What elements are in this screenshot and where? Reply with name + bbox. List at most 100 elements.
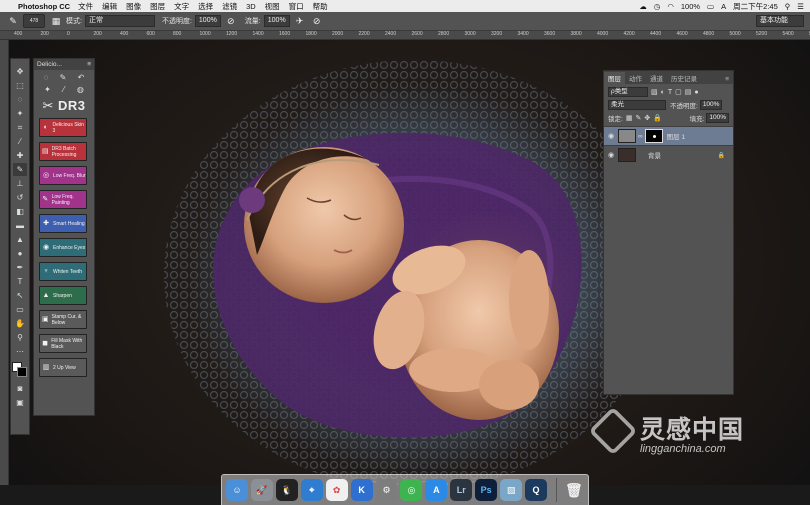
layer-opacity-input[interactable]: 100%	[699, 100, 723, 110]
safari-icon[interactable]: ⌖	[300, 479, 323, 501]
brush-preset-picker[interactable]: 478	[23, 14, 45, 28]
workspace-select[interactable]: 基本功能	[756, 15, 804, 27]
trash-icon[interactable]: 🗑	[563, 479, 585, 501]
wechat-icon[interactable]: ◎	[400, 479, 423, 501]
link-icon[interactable]: ∞	[638, 133, 643, 140]
move-tool-icon[interactable]: ✥	[13, 65, 27, 78]
brush-tool-icon[interactable]: ✎	[6, 14, 20, 28]
batch-processing-button[interactable]: ▤ DR3 Batch Processing	[39, 142, 87, 161]
menu-image[interactable]: 图像	[126, 1, 141, 12]
lock-position-icon[interactable]: ✥	[644, 114, 650, 122]
menu-layer[interactable]: 图层	[150, 1, 165, 12]
blend-mode-select[interactable]: 柔光	[608, 100, 666, 110]
shape-tool-icon[interactable]: ▭	[13, 303, 27, 316]
crop-tool-icon[interactable]: ⌗	[13, 121, 27, 134]
quick-mask-icon[interactable]: ◙	[13, 382, 27, 395]
path-select-tool-icon[interactable]: ↖	[13, 289, 27, 302]
panel-header[interactable]: Delicio... ≡	[34, 59, 94, 70]
low-freq-painting-button[interactable]: ✎ Low Freq. Painting	[39, 190, 87, 209]
battery-percent[interactable]: 100%	[681, 2, 700, 11]
two-up-view-button[interactable]: ▥ 2 Up View	[39, 358, 87, 377]
tab-actions[interactable]: 动作	[625, 72, 646, 84]
layer-row-layer1[interactable]: ◉ ∞ 图层 1	[604, 126, 733, 145]
brush-icon[interactable]: ✎	[60, 73, 67, 82]
lasso-icon[interactable]: ◌	[44, 73, 49, 82]
panel-menu-icon[interactable]: ≡	[87, 59, 91, 70]
filter-adjust-icon[interactable]: ◐	[661, 89, 665, 96]
filter-shape-icon[interactable]: ▢	[675, 88, 682, 96]
smart-healing-button[interactable]: ✚ Smart Healing	[39, 214, 87, 233]
undo-icon[interactable]: ↶	[78, 73, 85, 82]
tab-history[interactable]: 历史记录	[667, 72, 701, 84]
whiten-teeth-button[interactable]: ♆ Whiten Teeth	[39, 262, 87, 281]
visibility-eye-icon[interactable]: ◉	[604, 132, 618, 140]
pressure-size-icon[interactable]: ⊘	[310, 14, 324, 28]
low-freq-blur-button[interactable]: ◎ Low Freq. Blur	[39, 166, 87, 185]
dropper-icon[interactable]: ⁄	[63, 85, 64, 94]
photos-icon[interactable]: ✿	[325, 479, 348, 501]
layer-thumbnail[interactable]	[618, 148, 636, 162]
healing-tool-icon[interactable]: ✚	[13, 149, 27, 162]
input-method-icon[interactable]: A	[721, 2, 726, 11]
tab-channels[interactable]: 通道	[646, 72, 667, 84]
layer-mask-thumbnail[interactable]	[644, 129, 663, 143]
zoom-tool-icon[interactable]: ⚲	[13, 331, 27, 344]
lock-all-icon[interactable]: 🔒	[653, 114, 662, 122]
mode-select[interactable]: 正常	[84, 15, 155, 27]
brush-panel-icon[interactable]: ▦	[49, 14, 63, 28]
background-color-swatch[interactable]	[17, 367, 27, 377]
battery-icon[interactable]: ▭	[707, 2, 714, 11]
opacity-input[interactable]: 100%	[194, 15, 221, 27]
layer-name[interactable]: 背景	[648, 150, 661, 160]
photoshop-icon[interactable]: Ps	[475, 479, 498, 501]
menu-help[interactable]: 帮助	[313, 1, 328, 12]
globe-icon[interactable]: ◍	[77, 85, 84, 94]
qq-icon[interactable]: 🐧	[275, 479, 298, 501]
layer-kind-select[interactable]: ρ类型	[608, 87, 648, 97]
lasso-tool-icon[interactable]: ◌	[13, 93, 27, 106]
eyedropper-tool-icon[interactable]: ⁄	[13, 135, 27, 148]
menu-view[interactable]: 视图	[265, 1, 280, 12]
delicious-skin-button[interactable]: ◐ Delicious Skin 3	[39, 118, 87, 137]
pen-tool-icon[interactable]: ✒	[13, 261, 27, 274]
eraser-tool-icon[interactable]: ◧	[13, 205, 27, 218]
more-tools-icon[interactable]: ⋯	[13, 345, 27, 358]
lock-transparent-icon[interactable]: ▦	[626, 114, 633, 122]
filter-smart-icon[interactable]: ▤	[685, 88, 692, 96]
airbrush-icon[interactable]: ✈	[293, 14, 307, 28]
cloud-icon[interactable]: ☁	[639, 2, 647, 11]
fill-mask-button[interactable]: ◼ Fill Mask With Black	[39, 334, 87, 353]
color-swatches[interactable]	[12, 362, 28, 378]
quick-select-tool-icon[interactable]: ✦	[13, 107, 27, 120]
menu-edit[interactable]: 编辑	[102, 1, 117, 12]
menubar-clock[interactable]: 周二下午2:45	[733, 1, 778, 12]
gradient-tool-icon[interactable]: ▬	[13, 219, 27, 232]
lightroom-icon[interactable]: Lr	[450, 479, 473, 501]
finder-icon[interactable]: ☺	[226, 479, 248, 501]
screen-mode-icon[interactable]: ▣	[13, 396, 27, 409]
clock-icon[interactable]: ◷	[654, 2, 661, 11]
quicktime-icon[interactable]: Q	[525, 479, 547, 501]
menu-type[interactable]: 文字	[174, 1, 189, 12]
launchpad-icon[interactable]: 🚀	[250, 479, 273, 501]
filter-type-icon[interactable]: T	[668, 89, 672, 96]
history-brush-tool-icon[interactable]: ↺	[13, 191, 27, 204]
type-tool-icon[interactable]: T	[13, 275, 27, 288]
layer-row-background[interactable]: ◉ 背景 🔒	[604, 145, 733, 164]
menu-filter[interactable]: 滤镜	[222, 1, 237, 12]
brush-tool-icon[interactable]: ✎	[13, 163, 27, 176]
menu-file[interactable]: 文件	[78, 1, 93, 12]
visibility-eye-icon[interactable]: ◉	[604, 151, 618, 159]
preview-icon[interactable]: ▧	[500, 479, 523, 501]
layer-name[interactable]: 图层 1	[667, 131, 685, 141]
menu-select[interactable]: 选择	[198, 1, 213, 12]
enhance-eyes-button[interactable]: ◉ Enhance Eyes	[39, 238, 87, 257]
stamp-below-button[interactable]: ▣ Stamp Cur. & Below	[39, 310, 87, 329]
app-name[interactable]: Photoshop CC	[18, 2, 70, 11]
hand-tool-icon[interactable]: ✋	[13, 317, 27, 330]
layer-fill-input[interactable]: 100%	[706, 113, 729, 123]
wifi-icon[interactable]: ◠	[667, 2, 674, 11]
stamp-tool-icon[interactable]: ⊥	[13, 177, 27, 190]
layer-thumbnail[interactable]	[618, 129, 636, 143]
blur-tool-icon[interactable]: ▲	[13, 233, 27, 246]
